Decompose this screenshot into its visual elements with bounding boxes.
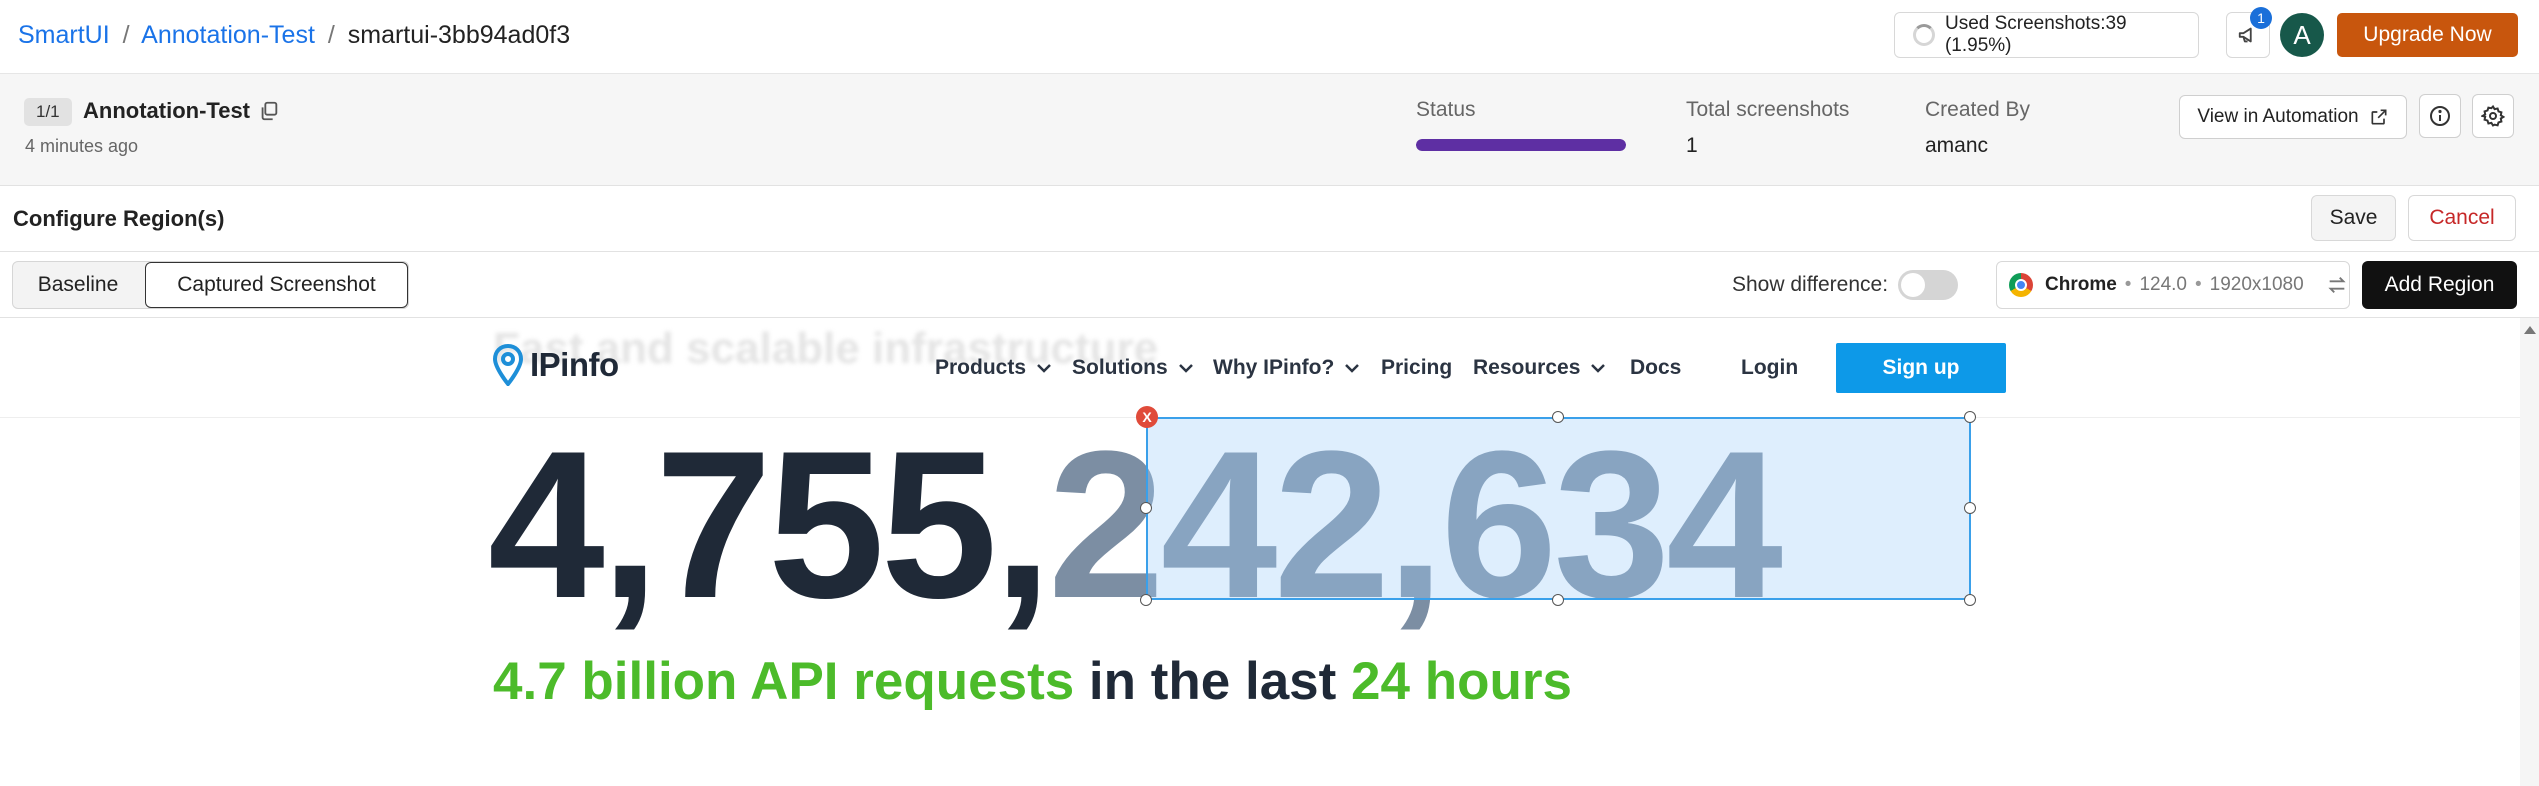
created-by-label: Created By — [1925, 98, 2031, 121]
separator-dot: • — [2195, 274, 2202, 295]
view-in-automation-label: View in Automation — [2197, 106, 2359, 127]
location-pin-icon — [492, 344, 524, 386]
browser-selector[interactable]: Chrome • 124.0 • 1920x1080 — [1996, 261, 2350, 309]
total-screenshots-value: 1 — [1686, 134, 1698, 157]
requests-tagline: 4.7 billion API requests in the last 24 … — [493, 650, 1572, 714]
created-by-value: amanc — [1925, 134, 1989, 157]
configure-region-bar: Configure Region(s) Save Cancel — [0, 186, 2539, 252]
settings-button[interactable] — [2472, 94, 2514, 138]
counter-dark-part: 4,755, — [488, 407, 1052, 642]
logo-text: IPinfo — [530, 346, 619, 383]
site-nav-solutions: Solutions — [1072, 354, 1194, 382]
chevron-down-icon — [1037, 364, 1051, 374]
screenshot-canvas[interactable]: Fast and scalable infrastructure IPinfo … — [0, 318, 2539, 786]
region-resize-handle[interactable] — [1140, 594, 1152, 606]
site-nav-products: Products — [935, 354, 1052, 382]
view-tab-group: Baseline Captured Screenshot — [12, 261, 409, 309]
site-signup-button: Sign up — [1836, 343, 2006, 393]
site-nav-pricing: Pricing — [1381, 356, 1453, 379]
upgrade-now-button[interactable]: Upgrade Now — [2337, 13, 2518, 57]
site-nav-label: Solutions — [1072, 356, 1168, 379]
status-label: Status — [1416, 98, 1476, 121]
tab-captured-screenshot[interactable]: Captured Screenshot — [145, 262, 408, 308]
info-icon — [2430, 106, 2450, 126]
captured-site-navbar: IPinfo Products Solutions Why IPinfo? Pr… — [0, 318, 2520, 418]
breadcrumb-separator: / — [122, 21, 130, 49]
chrome-icon — [2009, 273, 2033, 297]
screenshot-count-pill: 1/1 — [24, 98, 72, 126]
region-resize-handle[interactable] — [1964, 594, 1976, 606]
site-nav-resources: Resources — [1473, 354, 1606, 382]
breadcrumb-separator: / — [327, 21, 335, 49]
view-in-automation-button[interactable]: View in Automation — [2179, 95, 2407, 139]
region-resize-handle[interactable] — [1140, 502, 1152, 514]
region-resize-handle[interactable] — [1964, 502, 1976, 514]
gear-icon — [2481, 104, 2505, 127]
usage-progress-icon — [1913, 24, 1935, 46]
tab-baseline[interactable]: Baseline — [13, 262, 143, 308]
annotation-region[interactable] — [1146, 417, 1971, 600]
site-nav-label: Why IPinfo? — [1213, 356, 1335, 379]
ipinfo-logo: IPinfo — [492, 344, 619, 386]
region-resize-handle[interactable] — [1964, 411, 1976, 423]
build-name: Annotation-Test — [83, 98, 251, 123]
info-button[interactable] — [2419, 94, 2461, 138]
usage-text: Used Screenshots:39 (1.95%) — [1944, 13, 2127, 56]
status-progress-fill — [1416, 139, 1626, 151]
chevron-down-icon — [1178, 364, 1193, 374]
scroll-up-arrow-icon[interactable] — [2524, 326, 2536, 334]
screenshot-toolbar: Baseline Captured Screenshot Show differ… — [0, 252, 2539, 318]
copy-icon[interactable] — [258, 99, 280, 123]
show-difference-label: Show difference: — [1732, 273, 1889, 296]
build-age: 4 minutes ago — [25, 136, 139, 156]
separator-dot: • — [2124, 274, 2132, 295]
breadcrumb-build-name: smartui-3bb94ad0f3 — [347, 21, 571, 49]
site-nav-login: Login — [1741, 356, 1799, 379]
add-region-button[interactable]: Add Region — [2362, 261, 2517, 309]
region-resize-handle[interactable] — [1552, 411, 1564, 423]
status-progress-bar — [1416, 139, 1626, 151]
cancel-button[interactable]: Cancel — [2408, 195, 2516, 241]
breadcrumb-project-link[interactable]: Annotation-Test — [141, 21, 315, 49]
breadcrumb: SmartUI / Annotation-Test / smartui-3bb9… — [18, 18, 570, 52]
region-resize-handle[interactable] — [1552, 594, 1564, 606]
tagline-highlight: 4.7 billion API requests — [493, 652, 1075, 711]
chevron-down-icon — [1345, 364, 1360, 374]
breadcrumb-smartui-link[interactable]: SmartUI — [18, 21, 110, 49]
configure-region-title: Configure Region(s) — [13, 206, 225, 231]
total-screenshots-label: Total screenshots — [1686, 98, 1850, 121]
vertical-scrollbar[interactable] — [2520, 318, 2539, 786]
top-bar: SmartUI / Annotation-Test / smartui-3bb9… — [0, 0, 2539, 74]
screenshot-usage-pill[interactable]: Used Screenshots:39 (1.95%) — [1894, 12, 2199, 58]
save-button[interactable]: Save — [2311, 195, 2396, 241]
browser-name: Chrome — [2045, 274, 2117, 295]
site-nav-docs: Docs — [1630, 356, 1682, 379]
toggle-knob — [1901, 273, 1925, 297]
swap-arrows-icon[interactable] — [2326, 274, 2348, 296]
remove-region-button[interactable]: X — [1136, 406, 1158, 428]
show-difference-toggle[interactable] — [1898, 270, 1958, 300]
tagline-text: in the last — [1074, 652, 1352, 711]
chevron-down-icon — [1591, 364, 1606, 374]
tagline-highlight: 24 hours — [1351, 652, 1572, 711]
browser-resolution: 1920x1080 — [2209, 274, 2304, 295]
browser-version: 124.0 — [2139, 274, 2187, 295]
user-avatar[interactable]: A — [2280, 13, 2324, 57]
site-nav-why-ipinfo: Why IPinfo? — [1213, 354, 1360, 382]
external-link-icon — [2371, 109, 2387, 125]
build-info-bar: 1/1 Annotation-Test 4 minutes ago Status… — [0, 74, 2539, 186]
site-nav-label: Products — [935, 356, 1027, 379]
notification-count-badge: 1 — [2250, 7, 2272, 29]
site-nav-label: Resources — [1473, 356, 1581, 379]
